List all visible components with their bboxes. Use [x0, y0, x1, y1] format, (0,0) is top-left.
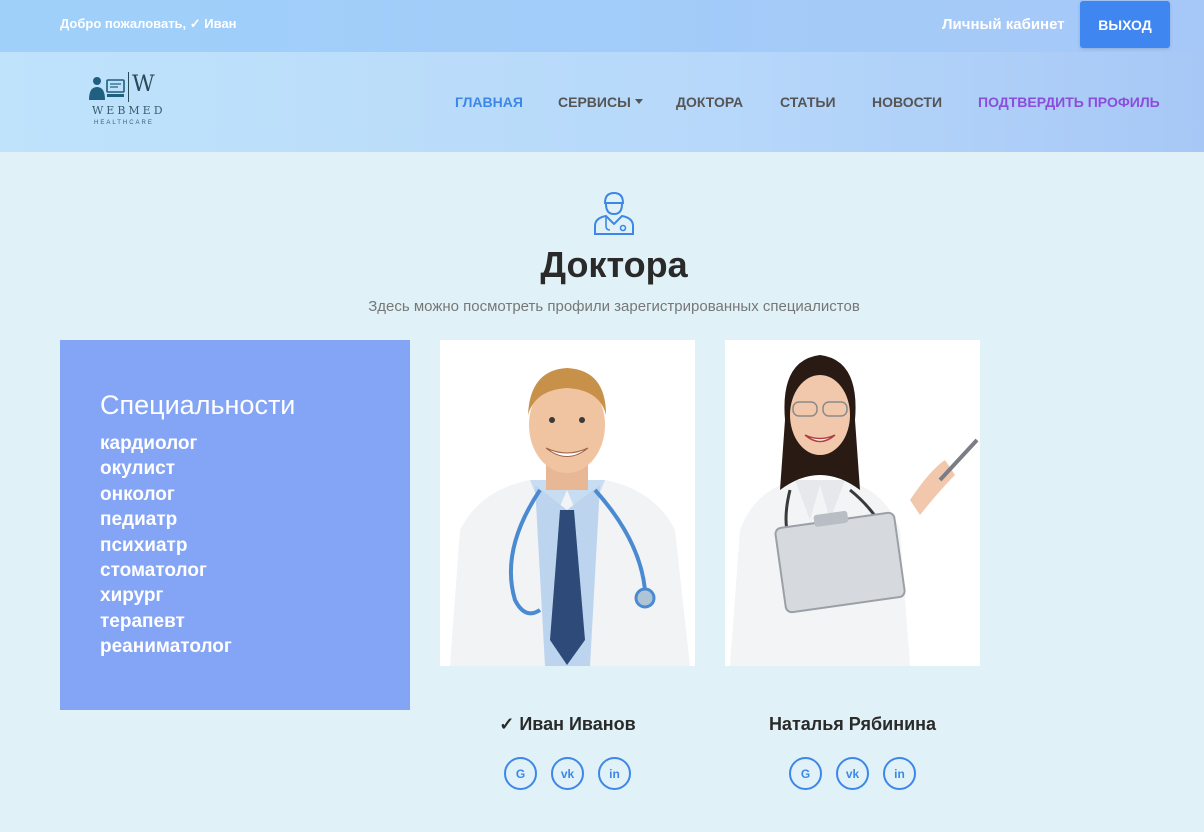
specialty-item[interactable]: хирург — [100, 583, 410, 608]
doctor-social-links: G vk in — [725, 757, 980, 790]
specialty-item[interactable]: педиатр — [100, 507, 410, 532]
logo-divider — [128, 72, 129, 102]
nav-services-label: СЕРВИСЫ — [558, 94, 631, 110]
nav-doctors[interactable]: ДОКТОРА — [676, 94, 743, 110]
vk-icon[interactable]: vk — [836, 757, 869, 790]
logout-button[interactable]: ВЫХОД — [1080, 1, 1170, 48]
doctor-male-illustration — [440, 340, 695, 666]
nav-verify-profile[interactable]: ПОДТВЕРДИТЬ ПРОФИЛЬ — [978, 94, 1160, 110]
nav-services[interactable]: СЕРВИСЫ — [558, 94, 643, 110]
vk-icon[interactable]: vk — [551, 757, 584, 790]
top-bar: Добро пожаловать, ✓ Иван Личный кабинет … — [0, 0, 1204, 52]
specialty-item[interactable]: кардиолог — [100, 431, 410, 456]
nav-articles[interactable]: СТАТЬИ — [780, 94, 836, 110]
doctor-social-links: G vk in — [440, 757, 695, 790]
doctor-name[interactable]: ✓ Иван Иванов — [440, 714, 695, 735]
specialty-item[interactable]: стоматолог — [100, 558, 410, 583]
specialty-item[interactable]: окулист — [100, 456, 410, 481]
specialties-list: кардиолог окулист онколог педиатр психиа… — [100, 431, 410, 660]
specialty-item[interactable]: онколог — [100, 482, 410, 507]
specialty-item[interactable]: психиатр — [100, 533, 410, 558]
logo-name: WEBMED — [92, 104, 166, 117]
welcome-text: Добро пожаловать, ✓ Иван — [60, 16, 237, 31]
google-icon[interactable]: G — [789, 757, 822, 790]
google-icon[interactable]: G — [504, 757, 537, 790]
page-subtitle: Здесь можно посмотреть профили зарегистр… — [368, 298, 860, 315]
nav-news[interactable]: НОВОСТИ — [872, 94, 942, 110]
doctor-photo-male[interactable] — [440, 340, 695, 666]
logo-tagline: HEALTHCARE — [94, 120, 154, 126]
site-logo[interactable]: W WEBMED HEALTHCARE — [88, 70, 178, 134]
page-title: Доктора — [540, 244, 688, 285]
specialties-panel: Специальности кардиолог окулист онколог … — [60, 340, 410, 710]
doctor-icon — [594, 191, 634, 235]
chevron-down-icon — [634, 98, 643, 104]
linkedin-icon[interactable]: in — [598, 757, 631, 790]
doctor-photo-female[interactable] — [725, 340, 980, 666]
specialties-title: Специальности — [100, 390, 296, 420]
nav-home[interactable]: ГЛАВНАЯ — [455, 94, 523, 110]
logo-letter: W — [132, 72, 155, 97]
specialty-item[interactable]: терапевт — [100, 609, 410, 634]
doctor-name[interactable]: Наталья Рябинина — [725, 714, 980, 735]
main-navbar: W WEBMED HEALTHCARE ГЛАВНАЯ СЕРВИСЫ ДОКТ… — [0, 52, 1204, 152]
medical-staff-icon — [89, 77, 125, 100]
specialty-item[interactable]: реаниматолог — [100, 634, 410, 659]
linkedin-icon[interactable]: in — [883, 757, 916, 790]
doctor-female-illustration — [725, 340, 980, 666]
personal-cabinet-link[interactable]: Личный кабинет — [942, 16, 1065, 33]
